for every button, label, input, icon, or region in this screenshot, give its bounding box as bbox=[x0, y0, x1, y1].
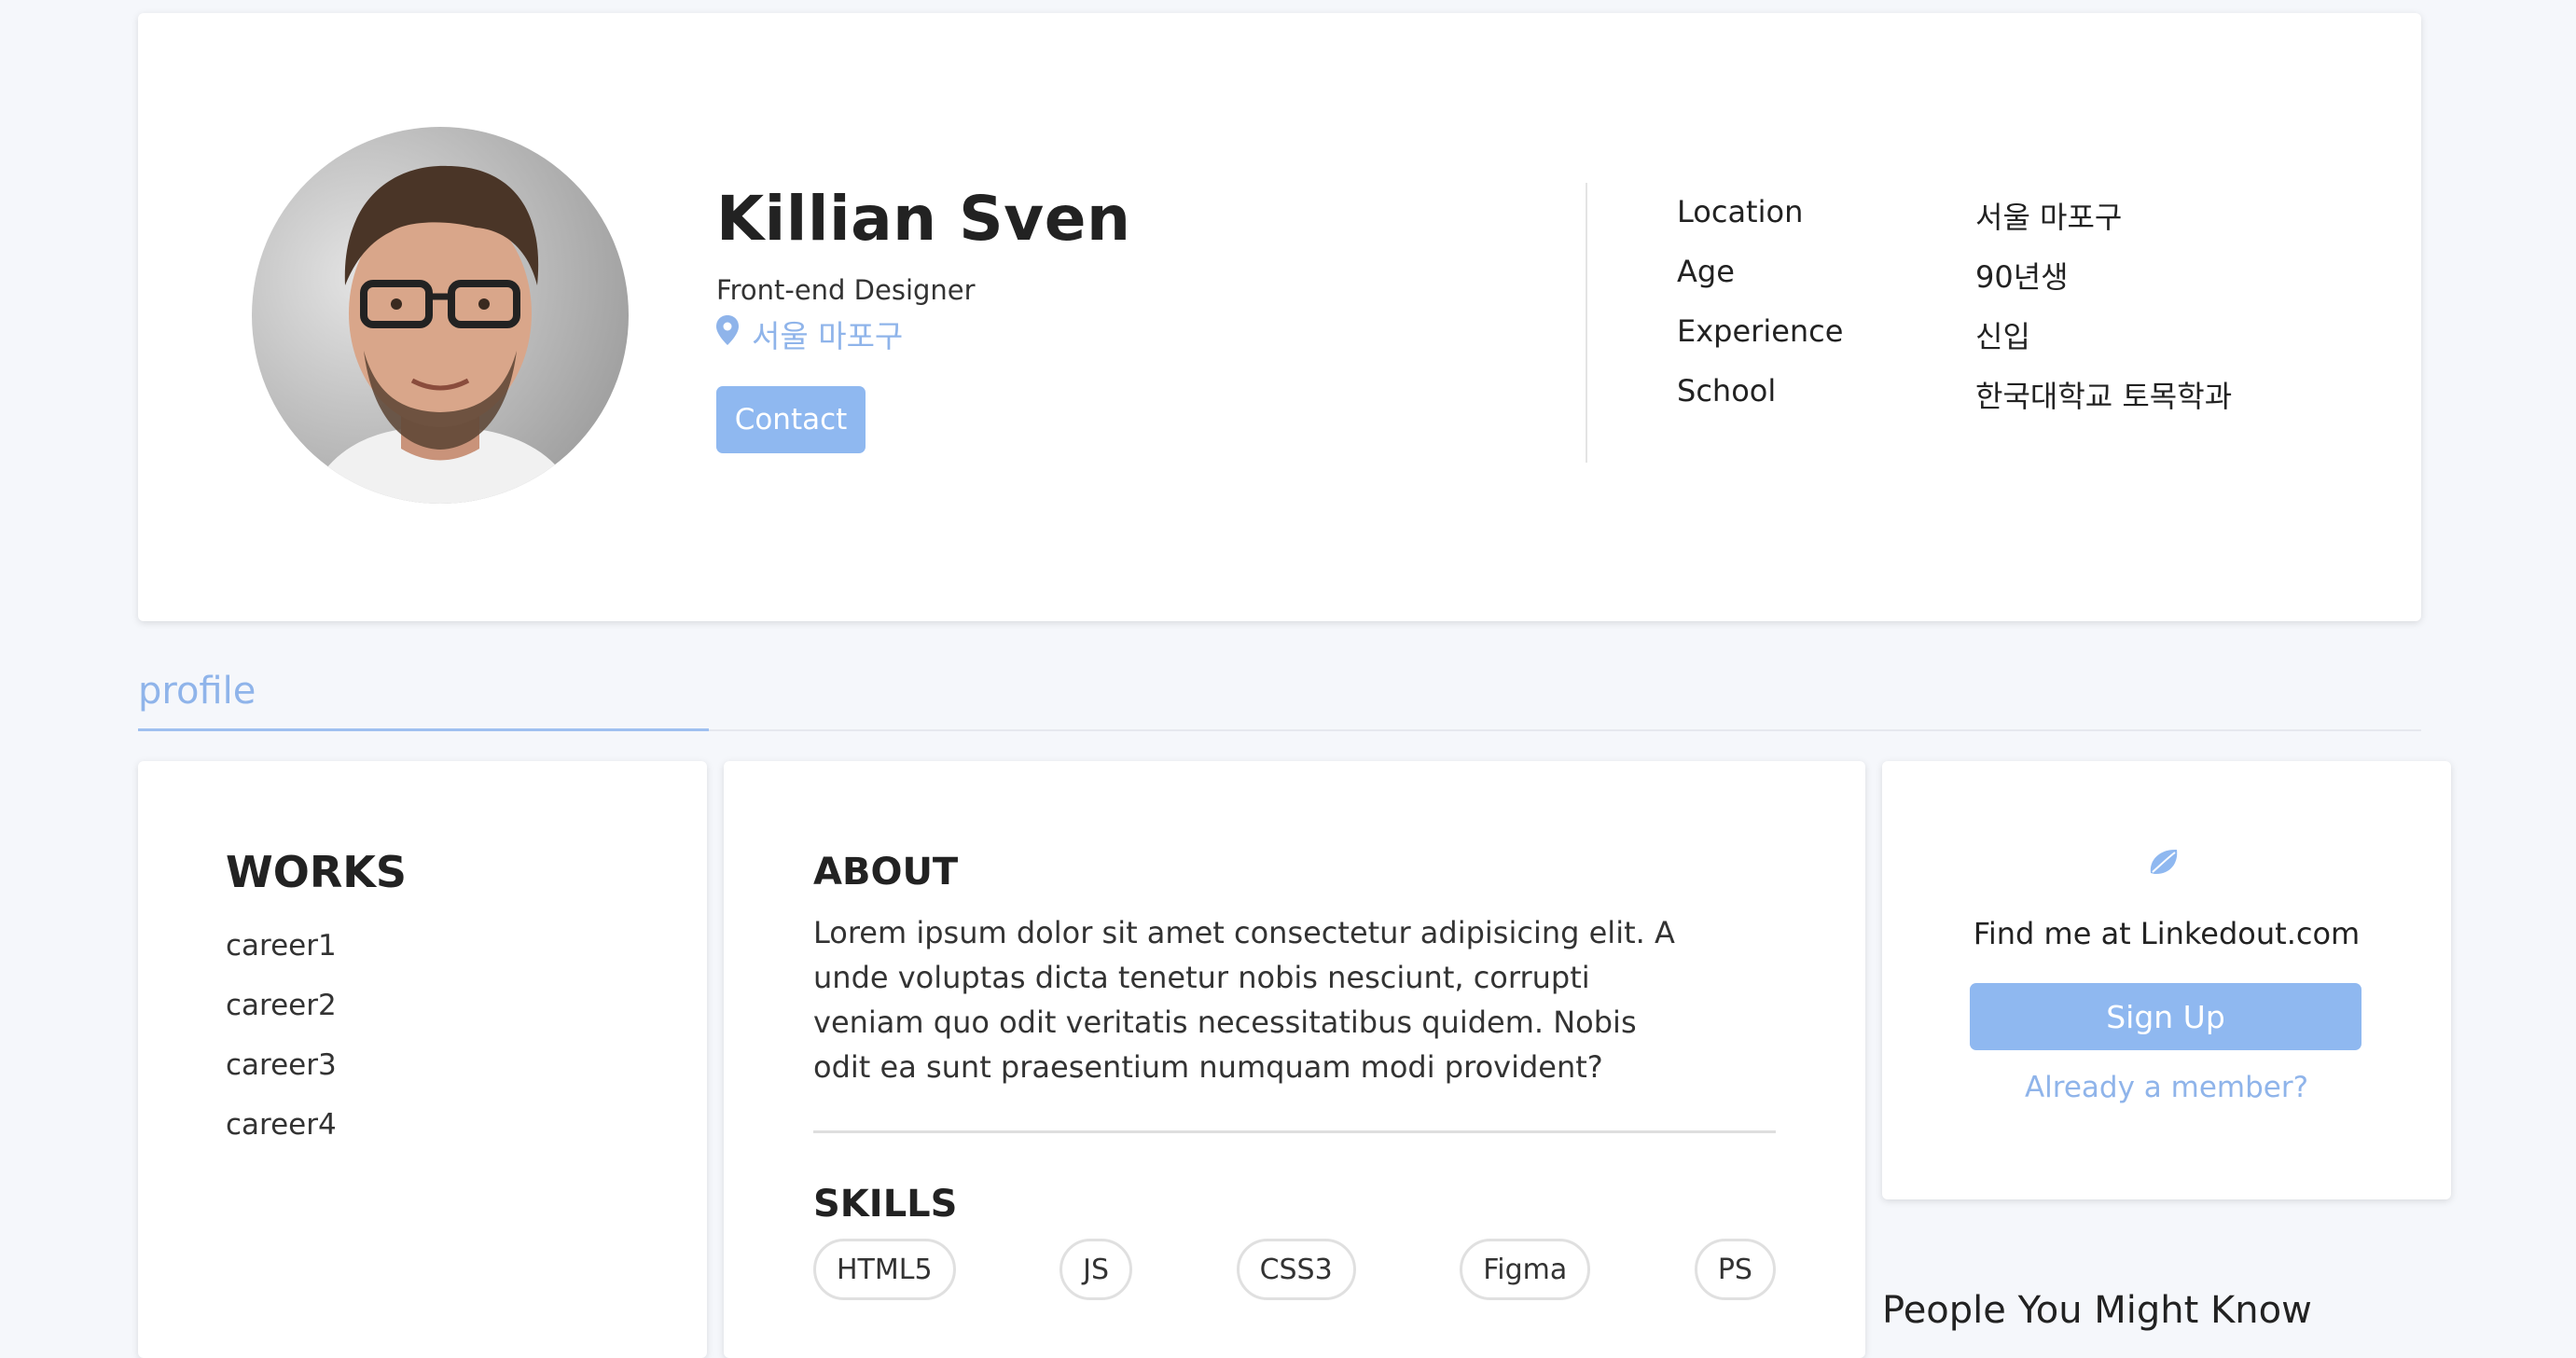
works-title: WORKS bbox=[226, 847, 408, 897]
tab-profile[interactable]: profile bbox=[138, 670, 256, 713]
vertical-divider bbox=[1586, 183, 1587, 463]
works-card: WORKS career1 career2 career3 career4 bbox=[138, 761, 707, 1358]
info-label: Location bbox=[1677, 194, 1804, 229]
skill-chip[interactable]: Figma bbox=[1460, 1239, 1591, 1300]
already-member-link[interactable]: Already a member? bbox=[1882, 1071, 2451, 1104]
profile-header-card: Killian Sven Front-end Designer 서울 마포구 C… bbox=[138, 13, 2421, 621]
skills-title: SKILLS bbox=[813, 1183, 958, 1226]
job-title: Front-end Designer bbox=[716, 274, 976, 306]
info-value: 서울 마포구 bbox=[1975, 200, 2123, 235]
works-item[interactable]: career1 bbox=[226, 929, 337, 963]
tab-bar: profile bbox=[138, 664, 2421, 731]
signup-card: Find me at Linkedout.com Sign Up Already… bbox=[1882, 761, 2451, 1199]
works-item[interactable]: career2 bbox=[226, 989, 337, 1022]
info-value: 신입 bbox=[1975, 319, 2030, 354]
tab-active-underline bbox=[138, 728, 709, 731]
info-label: Experience bbox=[1677, 313, 1844, 349]
works-item[interactable]: career4 bbox=[226, 1108, 337, 1142]
profile-name: Killian Sven bbox=[716, 183, 1131, 255]
about-title: ABOUT bbox=[813, 851, 959, 894]
info-row-location: Location 서울 마포구 bbox=[1677, 194, 2122, 237]
section-divider bbox=[813, 1130, 1776, 1133]
info-value: 한국대학교 토목학과 bbox=[1975, 379, 2233, 414]
leaf-icon bbox=[2147, 847, 2181, 880]
skill-chip[interactable]: CSS3 bbox=[1236, 1239, 1356, 1300]
works-item[interactable]: career3 bbox=[226, 1048, 337, 1082]
location-text: 서울 마포구 bbox=[752, 318, 904, 354]
avatar bbox=[252, 127, 629, 504]
skill-chip[interactable]: HTML5 bbox=[813, 1239, 956, 1300]
info-row-experience: Experience 신입 bbox=[1677, 313, 2030, 356]
contact-button[interactable]: Contact bbox=[716, 386, 866, 453]
info-value: 90년생 bbox=[1975, 259, 2069, 295]
info-row-age: Age 90년생 bbox=[1677, 254, 2069, 297]
skill-chip[interactable]: PS bbox=[1694, 1239, 1776, 1300]
map-pin-icon bbox=[716, 315, 739, 353]
info-row-school: School 한국대학교 토목학과 bbox=[1677, 373, 2232, 416]
skills-list: HTML5 JS CSS3 Figma PS bbox=[813, 1239, 1776, 1300]
people-you-might-know-title: People You Might Know bbox=[1882, 1289, 2312, 1332]
find-me-text: Find me at Linkedout.com bbox=[1973, 916, 2361, 951]
info-label: Age bbox=[1677, 254, 1735, 289]
about-text: Lorem ipsum dolor sit amet consectetur a… bbox=[813, 915, 1675, 1085]
info-label: School bbox=[1677, 373, 1777, 409]
skill-chip[interactable]: JS bbox=[1059, 1239, 1133, 1300]
location-line: 서울 마포구 bbox=[716, 312, 903, 356]
about-card: ABOUT Lorem ipsum dolor sit amet consect… bbox=[724, 761, 1865, 1358]
sign-up-button[interactable]: Sign Up bbox=[1970, 983, 2361, 1050]
